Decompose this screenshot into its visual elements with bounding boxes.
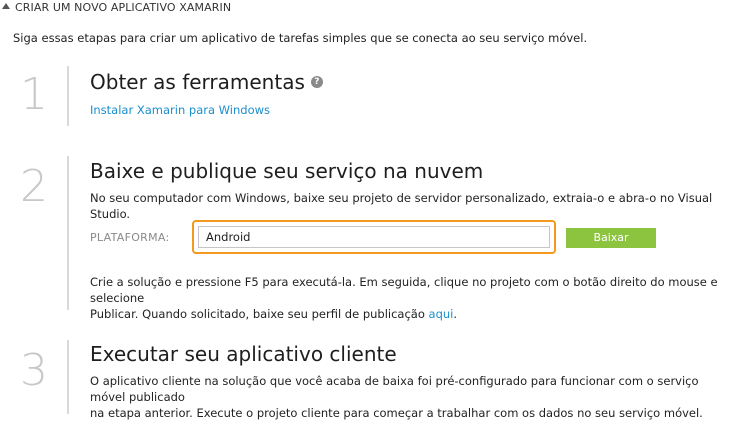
step-1-number: 1 [20, 69, 48, 120]
publish-line-1: Crie a solução e pressione F5 para execu… [90, 275, 718, 305]
intro-text: Siga essas etapas para criar um aplicati… [13, 31, 588, 45]
step-3-divider [67, 340, 69, 414]
help-icon[interactable]: ? [310, 75, 323, 88]
step-3-title: Executar seu aplicativo cliente [90, 342, 397, 366]
platform-highlight: Android [192, 220, 556, 254]
step-2-publish-text: Crie a solução e pressione F5 para execu… [90, 274, 730, 322]
step-1-divider [67, 66, 69, 126]
install-xamarin-link[interactable]: Instalar Xamarin para Windows [90, 103, 270, 117]
section-header[interactable]: CRIAR UM NOVO APLICATIVO XAMARIN [0, 0, 231, 14]
step-2-number: 2 [20, 161, 48, 212]
platform-label: PLATAFORMA: [90, 231, 170, 244]
publish-line-2-suffix: . [453, 307, 458, 321]
step-3-line-1: O aplicativo cliente na solução que você… [90, 374, 699, 404]
step-3-line-2: na etapa anterior. Execute o projeto cli… [90, 406, 703, 420]
step-3-number: 3 [20, 345, 48, 396]
step-2-title: Baixe e publique seu serviço na nuvem [90, 159, 484, 183]
step-2-divider [67, 156, 69, 310]
step-1-link-row: Instalar Xamarin para Windows [90, 102, 270, 118]
section-title: CRIAR UM NOVO APLICATIVO XAMARIN [15, 0, 232, 14]
publish-line-2-prefix: Publicar. Quando solicitado, baixe seu p… [90, 307, 425, 321]
platform-select[interactable]: Android [198, 226, 550, 248]
step-2-description: No seu computador com Windows, baixe seu… [90, 191, 713, 221]
download-button[interactable]: Baixar [566, 228, 656, 248]
step-1-title-text: Obter as ferramentas [90, 70, 305, 94]
step-1-title: Obter as ferramentas? [90, 70, 323, 94]
collapse-caret-icon[interactable] [2, 3, 10, 9]
publish-line-2: Publicar. Quando solicitado, baixe seu p… [90, 306, 730, 322]
publish-profile-link[interactable]: aqui [429, 307, 454, 321]
